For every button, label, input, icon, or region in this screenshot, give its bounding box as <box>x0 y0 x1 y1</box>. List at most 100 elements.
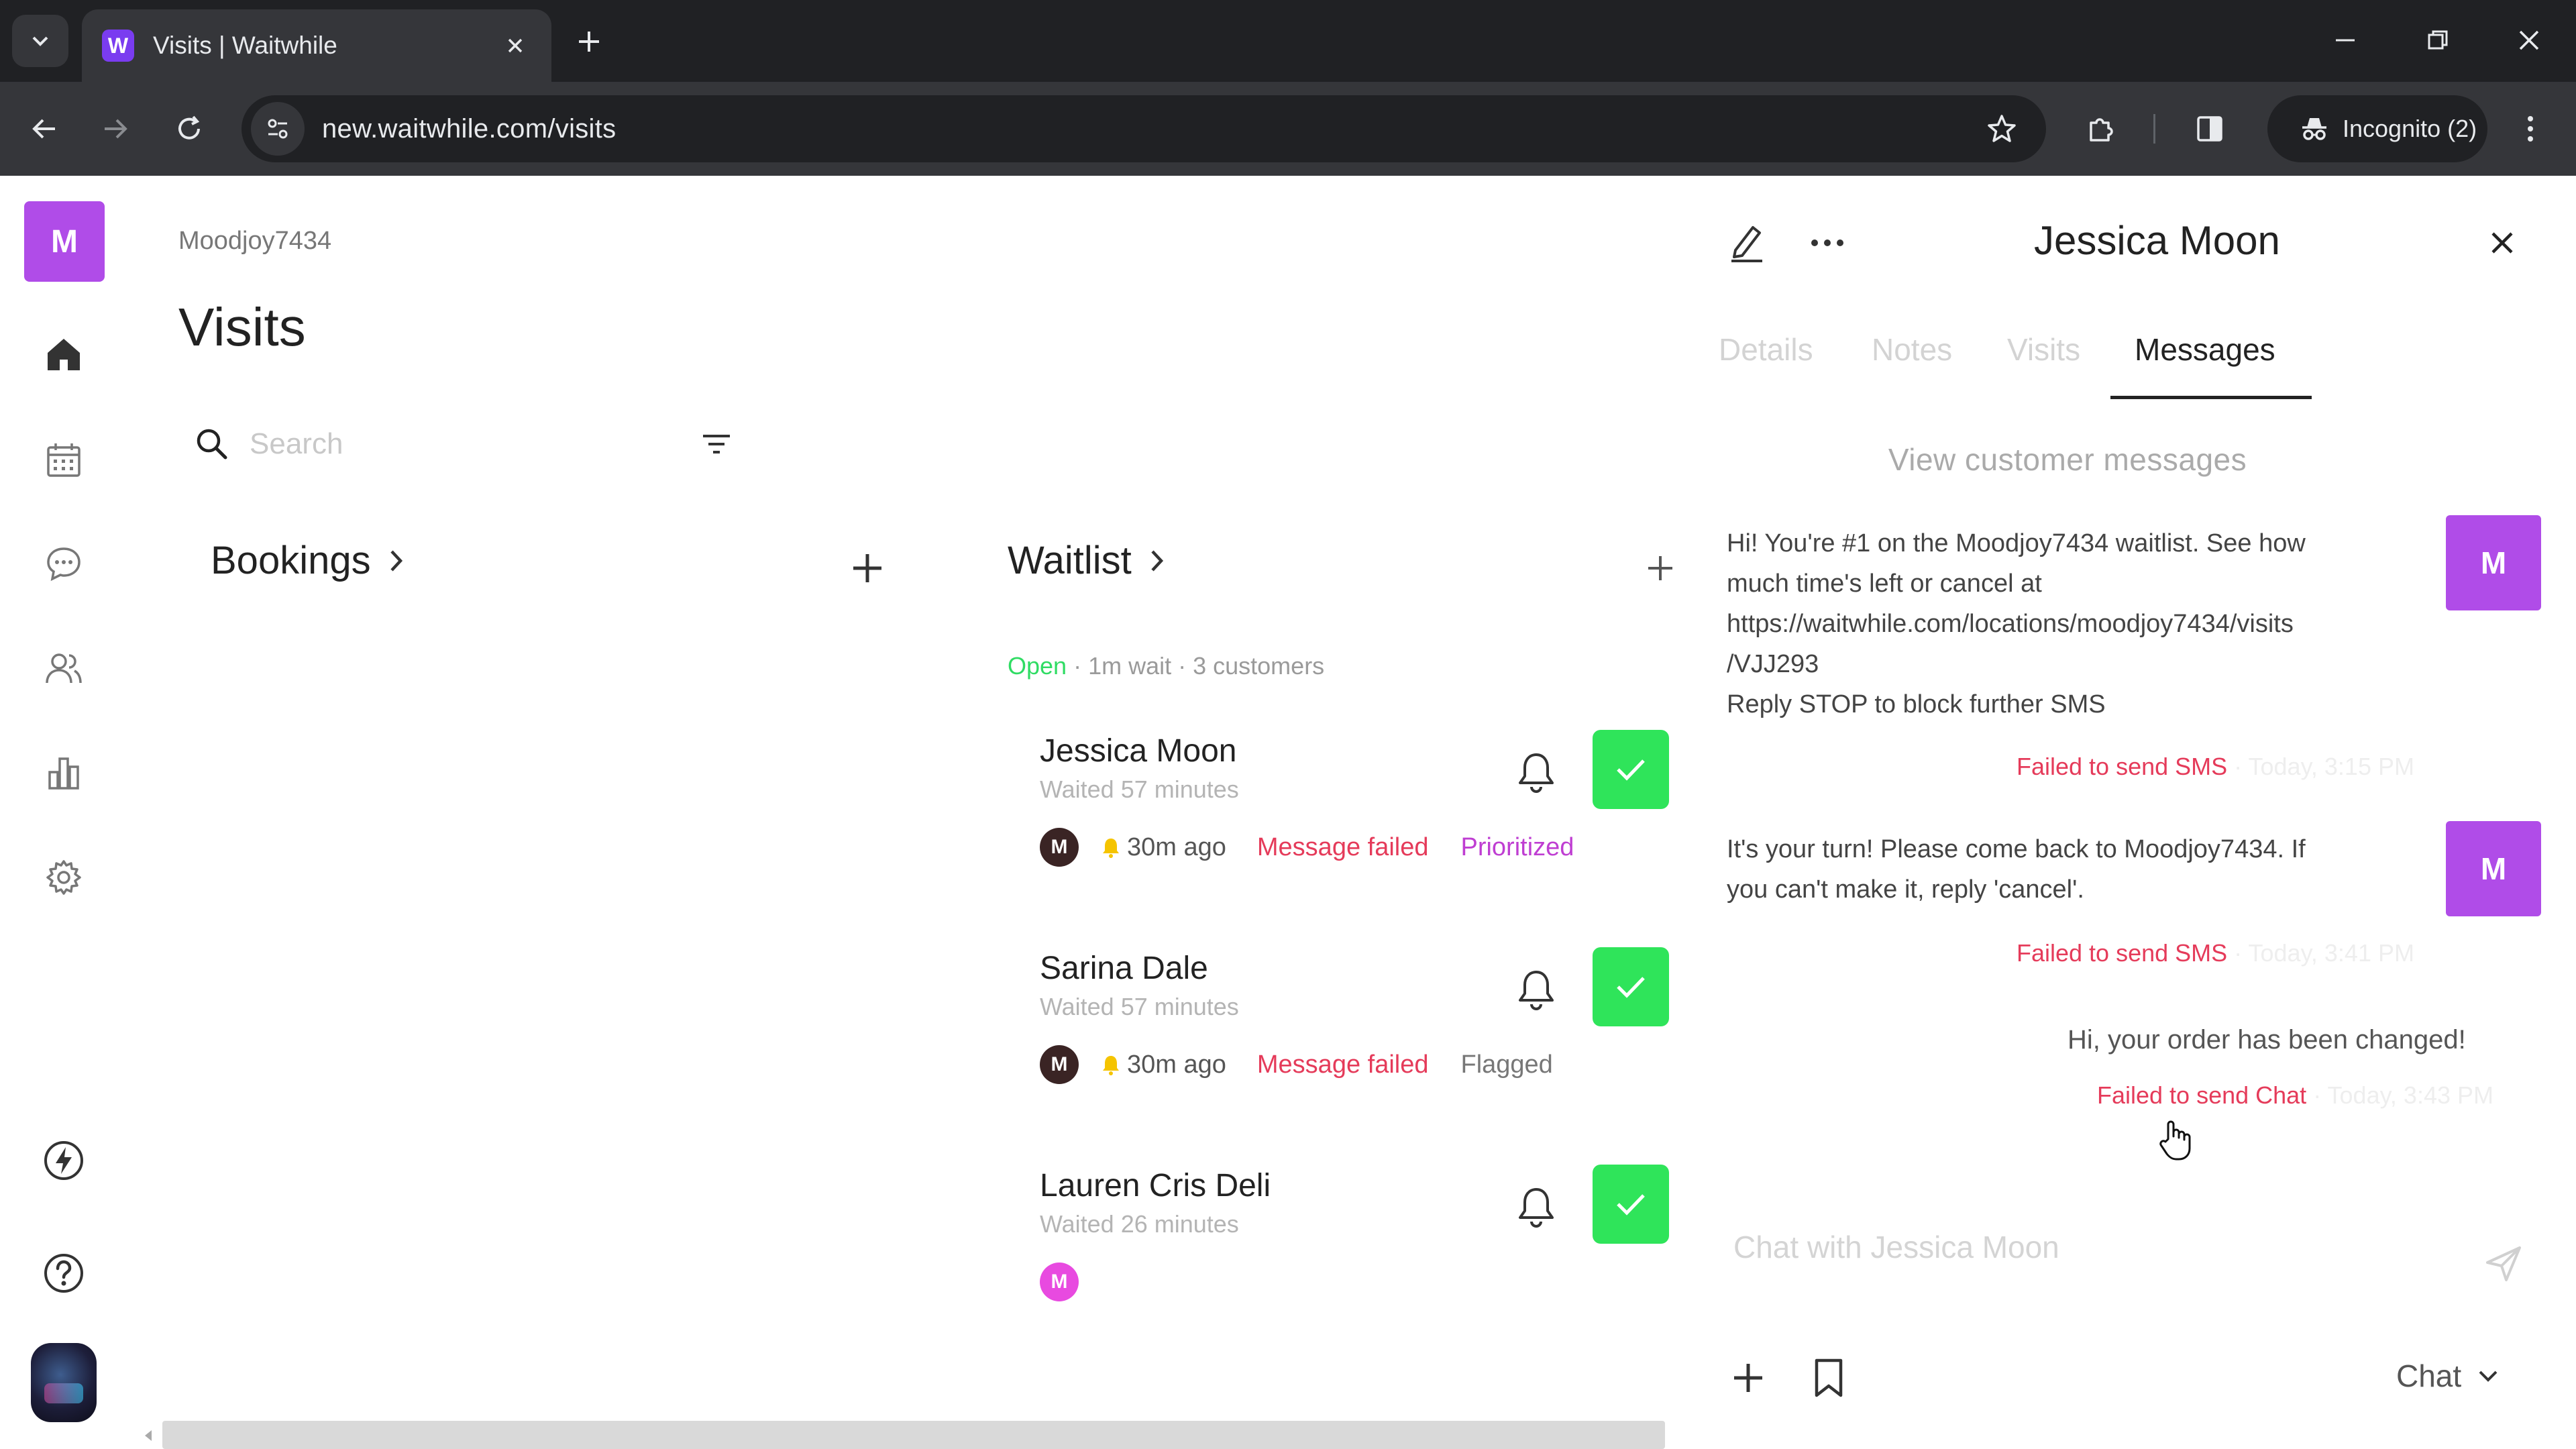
staff-avatar: M <box>1040 1045 1079 1084</box>
edit-button[interactable] <box>1720 216 1774 270</box>
arrow-right-icon <box>101 114 130 144</box>
close-panel-button[interactable] <box>2475 216 2529 270</box>
waitlist-card[interactable]: Lauren Cris Deli Waited 26 minutes M <box>1040 1165 1684 1368</box>
waitlist-card[interactable]: Jessica Moon Waited 57 minutes M 30m ago… <box>1040 730 1684 934</box>
chat-message: Hi, your order has been changed! <box>2068 1025 2466 1055</box>
add-attachment-button[interactable] <box>1721 1351 1775 1405</box>
notify-button[interactable] <box>1509 746 1563 800</box>
home-icon <box>44 334 84 374</box>
extensions-button[interactable] <box>2077 105 2125 153</box>
plus-icon <box>851 551 884 585</box>
site-info-button[interactable] <box>251 102 305 156</box>
bookings-header[interactable]: Bookings <box>211 538 405 583</box>
message-failed-status: Message failed <box>1256 833 1429 861</box>
window-close-button[interactable] <box>2496 16 2563 64</box>
user-avatar[interactable] <box>31 1343 97 1422</box>
serve-button[interactable] <box>1593 947 1669 1026</box>
card-meta: M 30m ago Message failed Flagged <box>1040 1045 1553 1084</box>
tab-details[interactable]: Details <box>1719 331 1813 368</box>
side-panel-button[interactable] <box>2186 105 2234 153</box>
horizontal-scrollbar[interactable] <box>141 1421 1670 1449</box>
waitlist-card[interactable]: Sarina Dale Waited 57 minutes M 30m ago … <box>1040 947 1684 1151</box>
sidebar-item-help[interactable] <box>37 1246 91 1300</box>
customer-name: Jessica Moon <box>1040 733 1237 769</box>
card-meta: M 30m ago Message failed Prioritized <box>1040 828 1574 867</box>
browser-menu-button[interactable] <box>2506 105 2555 153</box>
sidebar-item-whats-new[interactable] <box>37 1134 91 1187</box>
back-button[interactable] <box>20 105 68 153</box>
message-link[interactable]: https://waitwhile.com/locations/moodjoy7… <box>1727 604 2424 644</box>
failed-status-text: Failed to send SMS <box>2017 753 2228 780</box>
calendar-icon <box>44 441 83 480</box>
sidebar-item-customers[interactable] <box>37 641 91 695</box>
settings-gear-icon <box>44 857 84 898</box>
tab-messages[interactable]: Messages <box>2135 331 2275 368</box>
serve-button[interactable] <box>1593 1165 1669 1244</box>
close-icon <box>506 36 525 55</box>
chat-input[interactable]: Chat with Jessica Moon <box>1733 1229 2059 1265</box>
customer-detail-panel: Jessica Moon Details Notes Visits Messag… <box>1685 176 2576 1449</box>
tab-visits[interactable]: Visits <box>2007 331 2080 368</box>
bell-icon <box>1516 751 1556 795</box>
bookings-title: Bookings <box>211 539 371 582</box>
notify-button[interactable] <box>1509 1181 1563 1234</box>
message-time: Today, 3:43 PM <box>2327 1081 2493 1109</box>
sidebar-nav: M <box>0 176 127 1449</box>
arrow-left-icon <box>30 114 59 144</box>
sidebar-item-home[interactable] <box>37 327 91 381</box>
bookmark-star-button[interactable] <box>1978 105 2026 153</box>
tab-close-button[interactable] <box>499 30 531 62</box>
filter-button[interactable] <box>696 424 737 464</box>
reload-icon <box>174 114 204 144</box>
checkmark-icon <box>1615 973 1647 1000</box>
prioritized-tag: Prioritized <box>1460 833 1574 861</box>
notified-bell-icon <box>1102 836 1120 859</box>
restore-button[interactable] <box>2404 16 2471 64</box>
new-tab-button[interactable] <box>568 20 610 63</box>
incognito-indicator[interactable]: Incognito (2) <box>2267 95 2487 162</box>
message-line: It's your turn! Please come back to Mood… <box>1727 835 2306 863</box>
customer-name: Sarina Dale <box>1040 951 1208 986</box>
notify-button[interactable] <box>1509 963 1563 1017</box>
toolbar-divider <box>2153 114 2155 144</box>
sidebar-item-calendar[interactable] <box>37 433 91 487</box>
waitlist-header[interactable]: Waitlist <box>1008 538 1165 583</box>
checkmark-icon <box>1615 756 1647 783</box>
address-bar[interactable]: new.waitwhile.com/visits <box>241 95 2046 162</box>
view-customer-messages-link[interactable]: View customer messages <box>1685 441 2450 478</box>
waitwhile-favicon-icon: W <box>102 30 134 62</box>
minimize-button[interactable] <box>2312 16 2379 64</box>
serve-button[interactable] <box>1593 730 1669 809</box>
add-to-waitlist-button[interactable] <box>1637 545 1684 592</box>
forward-button[interactable] <box>91 105 140 153</box>
plus-icon <box>1646 553 1675 583</box>
staff-avatar: M <box>1040 828 1079 867</box>
checkmark-icon <box>1615 1191 1647 1218</box>
status-separator: · <box>1067 652 1089 680</box>
send-button[interactable] <box>2477 1237 2530 1291</box>
search-input[interactable] <box>250 427 652 461</box>
sidebar-item-messages[interactable] <box>37 537 91 590</box>
chat-bubble-icon <box>44 544 83 583</box>
channel-select[interactable]: Chat <box>2396 1358 2499 1394</box>
message-line: you can't make it, reply 'cancel'. <box>1727 875 2084 904</box>
location-logo[interactable]: M <box>24 201 105 282</box>
reload-button[interactable] <box>165 105 213 153</box>
scroll-left-arrow-icon[interactable] <box>141 1428 157 1444</box>
saved-replies-button[interactable] <box>1802 1351 1856 1405</box>
message-bubble: Hi! You're #1 on the Moodjoy7434 waitlis… <box>1727 523 2424 724</box>
analytics-icon <box>44 753 83 792</box>
waitlist-open-status: Open <box>1008 652 1067 680</box>
add-booking-button[interactable] <box>844 545 891 592</box>
puzzle-piece-icon <box>2086 113 2116 144</box>
message-line: /VJJ293 <box>1727 650 1819 678</box>
sidebar-item-settings[interactable] <box>37 851 91 904</box>
page-title: Visits <box>178 297 306 357</box>
scrollbar-thumb[interactable] <box>162 1421 1665 1449</box>
sidebar-item-analytics[interactable] <box>37 746 91 800</box>
tab-notes[interactable]: Notes <box>1872 331 1952 368</box>
browser-tab-active[interactable]: W Visits | Waitwhile <box>82 9 551 82</box>
tab-search-button[interactable] <box>12 15 68 67</box>
more-options-button[interactable] <box>1801 216 1854 270</box>
message-status: Failed to send Chat · Today, 3:43 PM <box>2097 1081 2493 1109</box>
